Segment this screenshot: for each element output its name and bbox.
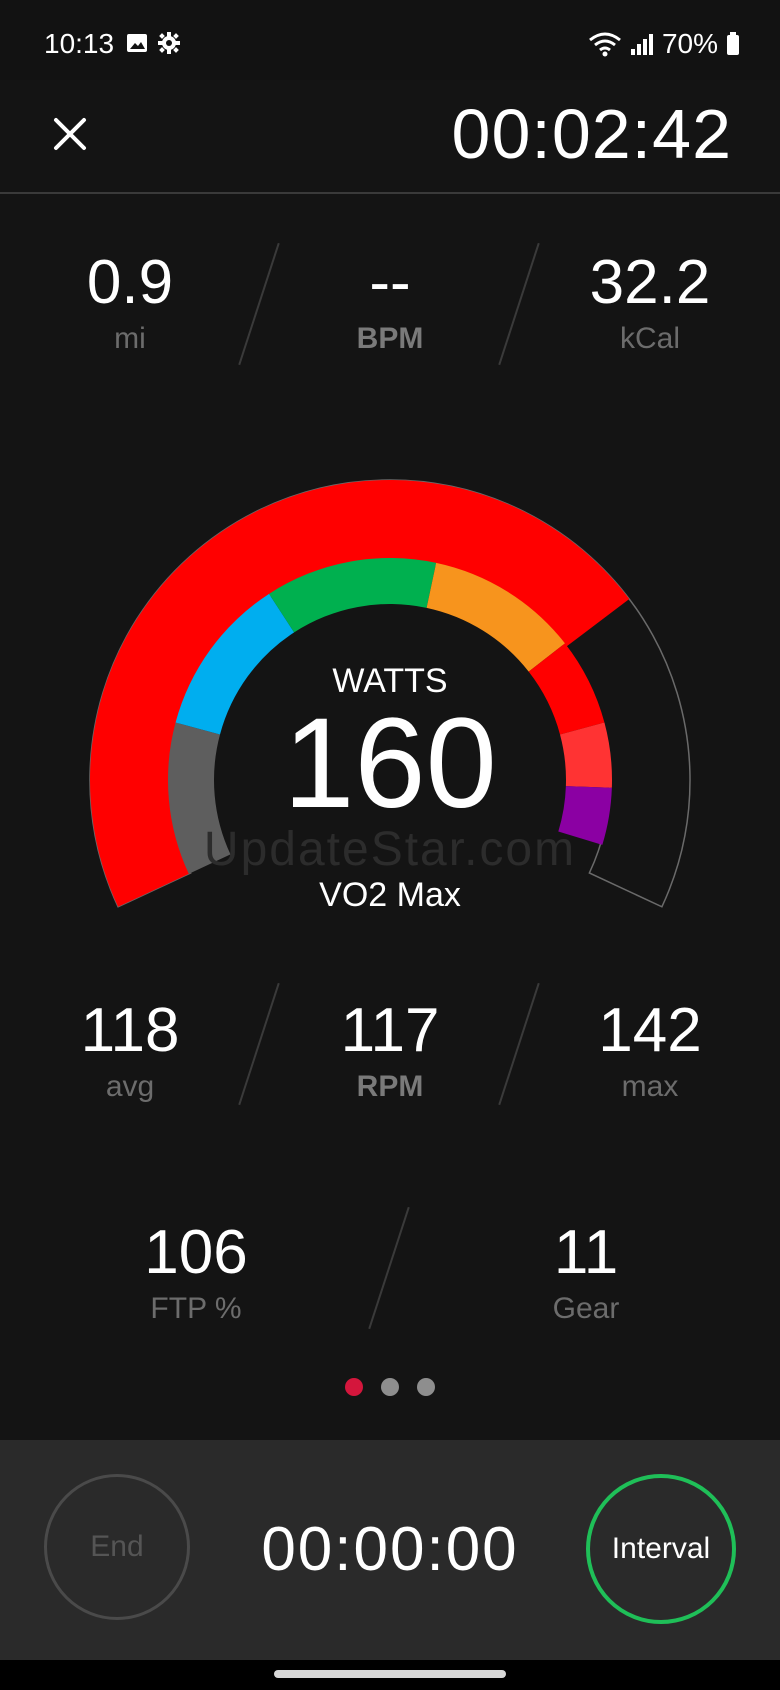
ftp-label: FTP % <box>150 1292 242 1325</box>
max-power-value: 142 <box>598 996 702 1065</box>
page-indicator[interactable] <box>0 1378 780 1396</box>
max-power-metric: 142 max <box>560 1000 740 1104</box>
metric-divider <box>498 242 540 366</box>
cadence-unit: RPM <box>356 1070 424 1103</box>
watts-value: 160 <box>283 692 497 835</box>
elapsed-time: 00:02:42 <box>451 95 732 173</box>
calories-metric: 32.2 kCal <box>560 252 740 356</box>
calories-value: 32.2 <box>589 248 711 317</box>
battery-percent: 70% <box>661 28 718 59</box>
ftp-value: 106 <box>144 1218 248 1287</box>
wifi-icon <box>589 32 621 57</box>
heart-rate-unit: BPM <box>356 322 424 355</box>
avg-power-value: 118 <box>80 996 180 1065</box>
avg-power-metric: 118 avg <box>40 1000 220 1104</box>
calories-unit: kCal <box>619 322 680 355</box>
status-bar: 10:13 70% <box>0 0 780 80</box>
close-button[interactable] <box>48 112 92 156</box>
cadence-value: 117 <box>340 996 440 1065</box>
status-time: 10:13 <box>44 28 115 59</box>
distance-metric: 0.9 mi <box>40 252 220 356</box>
interval-button[interactable]: Interval <box>586 1474 736 1624</box>
page-dot[interactable] <box>345 1378 363 1396</box>
gear-label: Gear <box>552 1292 620 1325</box>
interval-controls: End 00:00:00 Interval <box>0 1440 780 1660</box>
workout-header: 00:02:42 <box>0 80 780 194</box>
page-dot[interactable] <box>417 1378 435 1396</box>
heart-rate-metric: -- BPM <box>300 252 480 356</box>
cadence-metric: 117 RPM <box>300 1000 480 1104</box>
gear-metric: 11 Gear <box>486 1222 686 1326</box>
metric-divider <box>238 982 280 1106</box>
max-power-label: max <box>621 1070 679 1103</box>
gear-icon <box>158 32 180 54</box>
metric-divider <box>498 982 540 1106</box>
home-indicator[interactable] <box>274 1670 506 1678</box>
gear-value: 11 <box>553 1218 619 1287</box>
page-dot[interactable] <box>381 1378 399 1396</box>
ftp-metric: 106 FTP % <box>96 1222 296 1326</box>
power-zone: VO2 Max <box>319 876 461 914</box>
battery-icon <box>727 32 739 55</box>
avg-power-label: avg <box>105 1070 155 1103</box>
metric-divider <box>238 242 280 366</box>
distance-unit: mi <box>114 322 146 355</box>
metric-divider <box>368 1206 410 1330</box>
distance-value: 0.9 <box>86 248 174 317</box>
close-icon <box>54 118 86 150</box>
system-nav-bar <box>0 1660 780 1690</box>
signal-icon <box>630 34 653 55</box>
image-icon <box>127 34 147 52</box>
heart-rate-value: -- <box>369 248 411 317</box>
